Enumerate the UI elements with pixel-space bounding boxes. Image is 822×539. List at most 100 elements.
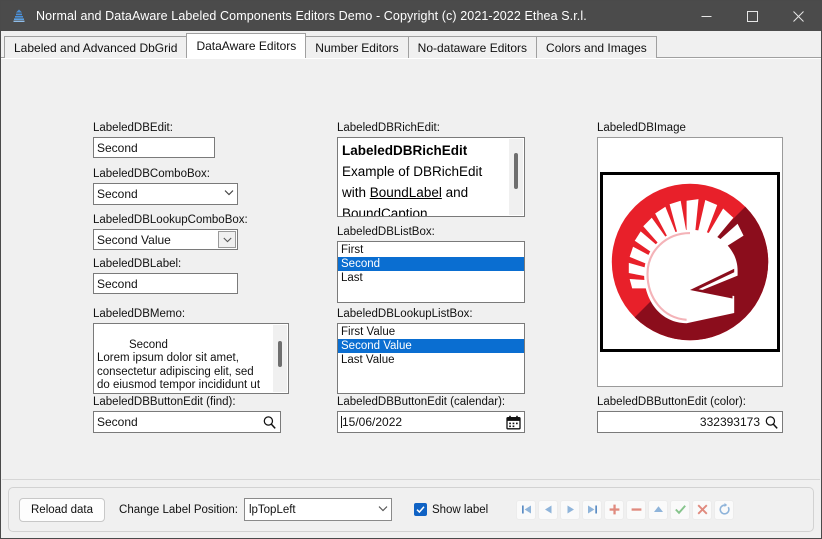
db-lookup-combobox[interactable]: Second Value [93,229,238,250]
db-combobox-value: Second [97,187,138,201]
db-edit-label: LabeledDBEdit: [93,122,173,134]
list-item[interactable]: Second Value [338,339,524,353]
tab-dataaware-editors[interactable]: DataAware Editors [186,33,307,58]
prior-record-icon [544,505,552,514]
field-db-lookup-listbox: LabeledDBLookupListBox: First Value Seco… [337,307,525,394]
chevron-down-icon [224,189,234,198]
list-item[interactable]: Second [338,257,524,271]
field-db-image: LabeledDBImage [597,121,783,387]
db-buttonedit-calendar-label: LabeledDBButtonEdit (calendar): [337,396,506,408]
db-richedit-scrollbar[interactable] [509,139,523,215]
db-listbox[interactable]: First Second Last [337,241,525,303]
delphi-app-icon [11,8,27,24]
dataaware-editors-page: LabeledDBEdit: Second LabeledDBComboBox:… [1,59,821,480]
nav-edit-button[interactable] [648,499,669,520]
field-db-buttonedit-color: LabeledDBButtonEdit (color): 332393173 [597,395,783,433]
db-edit-value: Second [97,140,138,155]
db-memo-value: Second Lorem ipsum dolor sit amet, conse… [97,338,261,393]
chevron-down-icon [378,505,388,514]
minimize-button[interactable] [683,1,729,31]
nav-post-button[interactable] [670,499,691,520]
nav-prior-button[interactable] [538,499,559,520]
window-title: Normal and DataAware Labeled Components … [36,9,587,23]
db-buttonedit-find-value: Second [97,415,138,429]
tab-strip: Labeled and Advanced DbGrid DataAware Ed… [1,31,821,58]
plus-icon [609,504,620,515]
field-db-edit: LabeledDBEdit: Second [93,121,215,158]
field-db-memo: LabeledDBMemo: Second Lorem ipsum dolor … [93,307,289,394]
delphi-logo-svg [611,183,769,341]
db-lookup-listbox[interactable]: First Value Second Value Last Value [337,323,525,394]
edit-up-arrow-icon [653,506,663,512]
db-lookup-combobox-value: Second Value [97,232,171,247]
list-item[interactable]: First [338,243,524,257]
db-buttonedit-find-input[interactable]: Second [93,411,281,433]
nav-insert-button[interactable] [604,499,625,520]
calendar-icon[interactable] [505,414,521,430]
refresh-icon [719,503,730,515]
field-db-lookup-combobox: LabeledDBLookupComboBox: Second Value [93,213,248,250]
tab-no-dataware-editors[interactable]: No-dataware Editors [407,36,538,58]
label-position-value: lpTopLeft [248,503,296,516]
db-memo-scroll-thumb[interactable] [278,341,282,367]
app-window: Normal and DataAware Labeled Components … [0,0,822,539]
nav-delete-button[interactable] [626,499,647,520]
db-image-label: LabeledDBImage [597,122,686,134]
db-richedit-scroll-thumb[interactable] [514,153,518,189]
tab-label: Labeled and Advanced DbGrid [14,40,178,55]
db-richedit-label: LabeledDBRichEdit: [337,122,440,134]
db-combobox-label: LabeledDBComboBox: [93,168,210,180]
delphi-logo [600,172,780,352]
db-lookup-combobox-label: LabeledDBLookupComboBox: [93,214,248,226]
db-richedit-line2: Example of DBRichEdit [342,164,483,179]
db-richedit-line1: LabeledDBRichEdit [342,143,468,158]
search-icon[interactable] [763,414,779,430]
reload-data-button[interactable]: Reload data [19,497,106,522]
nav-last-button[interactable] [582,499,603,520]
tab-colors-and-images[interactable]: Colors and Images [536,36,657,58]
title-bar: Normal and DataAware Labeled Components … [1,1,821,31]
db-memo-input[interactable]: Second Lorem ipsum dolor sit amet, conse… [93,323,289,394]
list-item[interactable]: Last Value [338,353,524,367]
field-db-combobox: LabeledDBComboBox: Second [93,167,238,205]
maximize-button[interactable] [729,1,775,31]
db-buttonedit-find-label: LabeledDBButtonEdit (find): [93,396,236,408]
db-label-label: LabeledDBLabel: [93,258,182,270]
change-label-position-label: Change Label Position: [119,503,238,516]
label-position-select[interactable]: lpTopLeft [243,498,392,521]
show-label-text: Show label [431,503,489,516]
db-richedit-line3-post: and [441,185,469,200]
tab-labeled-advanced-dbgrid[interactable]: Labeled and Advanced DbGrid [4,36,188,58]
field-db-richedit: LabeledDBRichEdit: LabeledDBRichEdit Exa… [337,121,525,217]
db-richedit-line3: with BoundLabel and [342,182,524,203]
db-image-box[interactable] [597,137,783,387]
list-item[interactable]: First Value [338,325,524,339]
db-richedit-line3-pre: with [342,185,370,200]
nav-first-button[interactable] [516,499,537,520]
nav-refresh-button[interactable] [714,499,735,520]
tab-label: Number Editors [315,40,399,55]
db-listbox-label: LabeledDBListBox: [337,226,435,238]
close-button[interactable] [775,1,821,31]
search-icon[interactable] [261,414,277,430]
db-lookup-combobox-dropdown-button[interactable] [218,231,236,248]
db-lookup-listbox-label: LabeledDBLookupListBox: [337,308,473,320]
nav-next-button[interactable] [560,499,581,520]
nav-cancel-button[interactable] [692,499,713,520]
db-richedit-line3-underlined: BoundLabel [369,185,442,200]
field-db-buttonedit-find: LabeledDBButtonEdit (find): Second [93,395,281,433]
db-buttonedit-color-input[interactable]: 332393173 [597,411,783,433]
field-db-label: LabeledDBLabel: Second [93,257,238,294]
tab-number-editors[interactable]: Number Editors [305,36,409,58]
show-label-checkbox[interactable] [413,503,427,516]
db-richedit-input[interactable]: LabeledDBRichEdit Example of DBRichEdit … [337,137,525,217]
db-buttonedit-calendar-input[interactable]: 15/06/2022 [337,411,525,433]
db-memo-scrollbar[interactable] [273,325,287,392]
minus-icon [631,508,642,511]
tab-label: Colors and Images [546,40,647,55]
db-navigator [516,499,735,520]
list-item[interactable]: Last [338,271,524,285]
db-edit-input[interactable]: Second [93,137,215,158]
db-label-value-box: Second [93,273,238,294]
db-combobox[interactable]: Second [93,183,238,205]
